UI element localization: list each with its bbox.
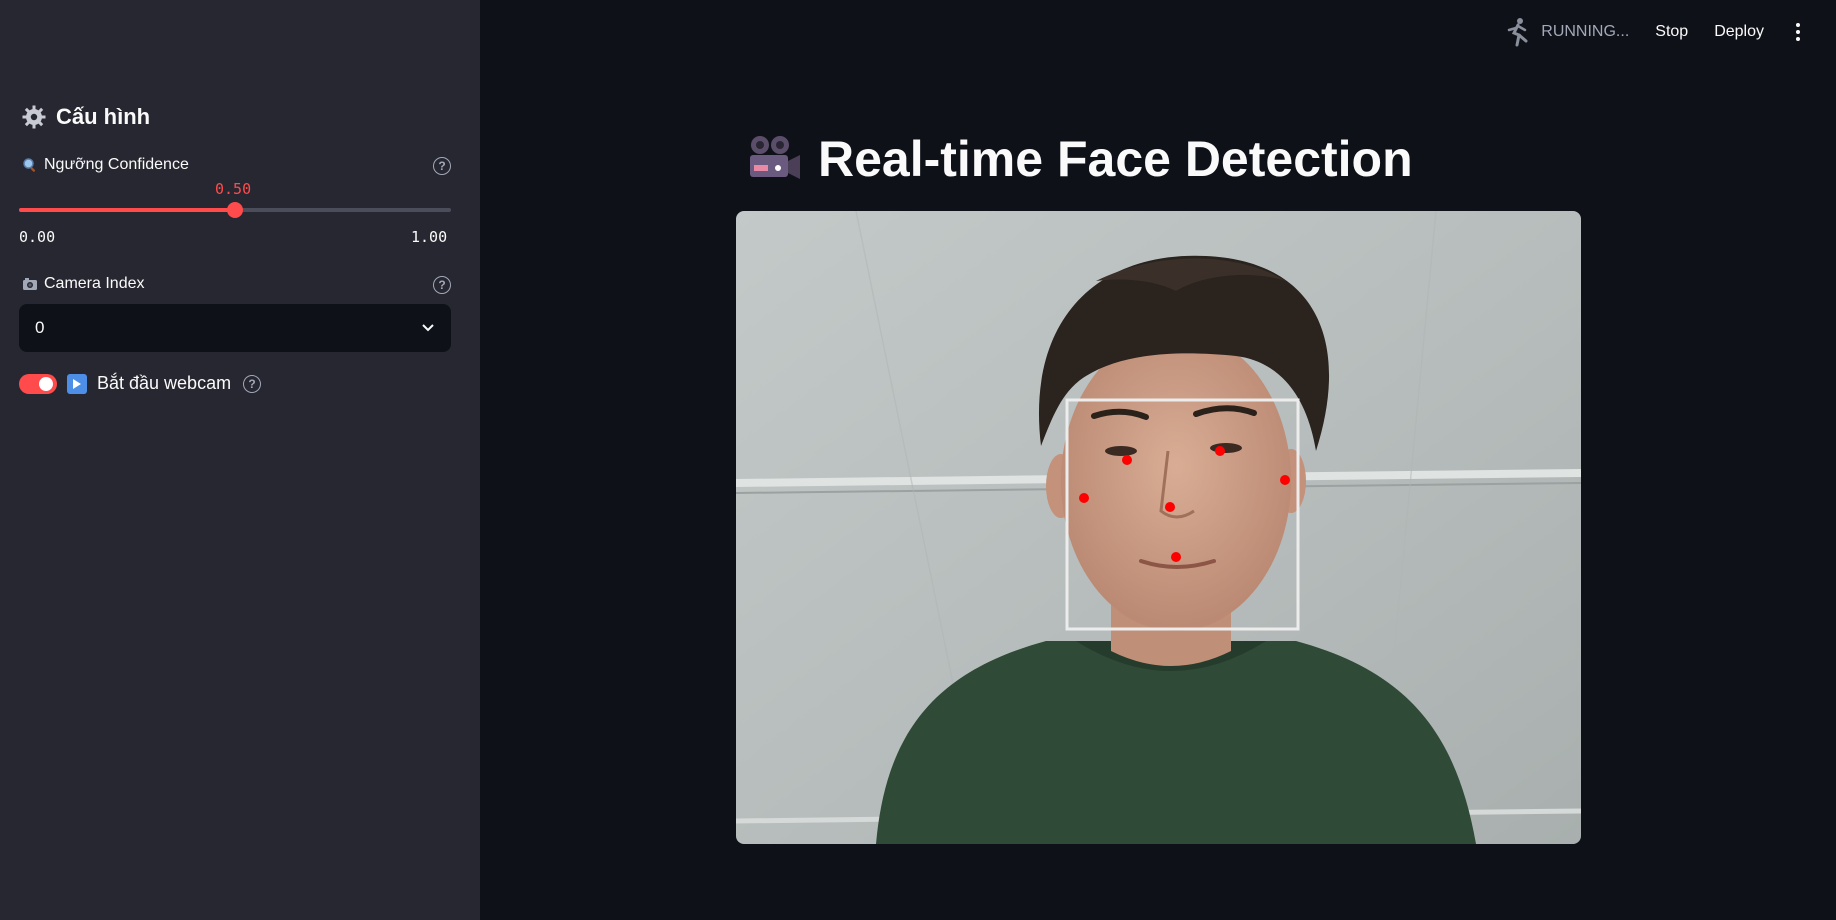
- sidebar-heading: Cấu hình: [22, 104, 150, 130]
- confidence-value: 0.50: [215, 180, 252, 198]
- page-title-text: Real-time Face Detection: [818, 131, 1413, 187]
- deploy-button[interactable]: Deploy: [1714, 23, 1764, 41]
- movie-camera-icon: [750, 136, 800, 179]
- camera-icon: [23, 278, 37, 290]
- sidebar: Cấu hình Ngưỡng Confidence ? 0.50 0.00 1…: [0, 0, 480, 920]
- webcam-toggle[interactable]: [19, 373, 57, 394]
- stop-button[interactable]: Stop: [1655, 23, 1688, 41]
- confidence-label: Ngưỡng Confidence: [22, 156, 189, 174]
- camera-label-text: Camera Index: [44, 275, 145, 292]
- magnifier-icon: [23, 158, 36, 172]
- chevron-down-icon: [422, 324, 434, 332]
- confidence-max: 1.00: [411, 228, 448, 246]
- top-toolbar: RUNNING... Stop Deploy: [1505, 0, 1836, 64]
- webcam-frame: [736, 211, 1581, 844]
- confidence-help-icon[interactable]: ?: [433, 157, 451, 175]
- confidence-min: 0.00: [19, 228, 56, 246]
- camera-index-select[interactable]: 0: [19, 304, 451, 352]
- confidence-slider-fill: [19, 208, 235, 212]
- running-status: RUNNING...: [1505, 17, 1629, 47]
- running-icon: [1508, 18, 1528, 47]
- kebab-menu-icon[interactable]: [1790, 19, 1806, 45]
- webcam-help-icon[interactable]: ?: [243, 374, 262, 393]
- webcam-toggle-row: Bắt đầu webcam ?: [19, 373, 262, 394]
- confidence-label-text: Ngưỡng Confidence: [44, 156, 189, 173]
- confidence-slider-thumb[interactable]: [227, 202, 243, 218]
- sidebar-heading-text: Cấu hình: [56, 104, 151, 129]
- gear-icon: [22, 105, 46, 129]
- camera-index-value: 0: [35, 318, 45, 337]
- camera-help-icon[interactable]: ?: [433, 276, 451, 294]
- page-title: Real-time Face Detection: [746, 130, 1413, 188]
- confidence-slider[interactable]: [19, 202, 451, 218]
- running-status-text: RUNNING...: [1541, 23, 1630, 40]
- camera-label: Camera Index: [22, 275, 145, 293]
- webcam-toggle-label: Bắt đầu webcam: [97, 373, 232, 393]
- webcam-image: [736, 211, 1581, 844]
- toggle-knob: [39, 376, 53, 391]
- play-icon: [67, 373, 87, 394]
